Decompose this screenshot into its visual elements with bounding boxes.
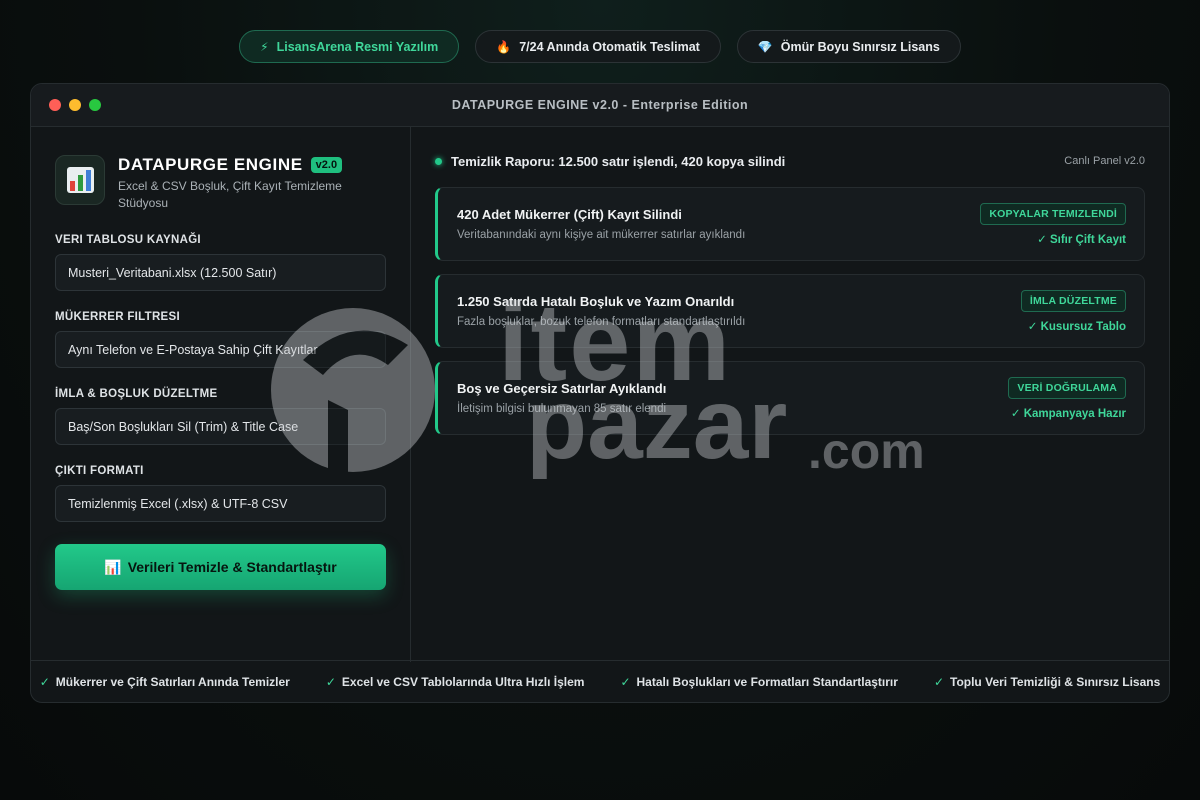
clean-data-button[interactable]: 📊 Verileri Temizle & Standartlaştır bbox=[55, 544, 386, 590]
minimize-window-button[interactable] bbox=[69, 99, 81, 111]
field-label-duplicate-filter: MÜKERRER FILTRESI bbox=[55, 311, 180, 323]
chart-icon: 📊 bbox=[104, 558, 122, 575]
settings-panel: DATAPURGE ENGINE v2.0 Excel & CSV Boşluk… bbox=[31, 127, 411, 662]
card-status-text: ✓ Kusursuz Tablo bbox=[1027, 320, 1126, 333]
card-status-text: ✓ Kampanyaya Hazır bbox=[1010, 407, 1126, 420]
report-card: Boş ve Geçersiz Satırlar Ayıklandı İleti… bbox=[435, 361, 1145, 435]
card-title: 1.250 Satırda Hatalı Boşluk ve Yazım Ona… bbox=[457, 294, 735, 309]
window-titlebar: DATAPURGE ENGINE v2.0 - Enterprise Editi… bbox=[31, 84, 1169, 127]
card-title: Boş ve Geçersiz Satırlar Ayıklandı bbox=[457, 381, 667, 396]
top-pill-bar: ⚡ LisansArena Resmi Yazılım 🔥 7/24 Anınd… bbox=[0, 30, 1200, 63]
report-title: Temizlik Raporu: 12.500 satır işlendi, 4… bbox=[451, 153, 786, 169]
footer-feature: ✓ Toplu Veri Temizliği & Sınırsız Lisans bbox=[933, 674, 1161, 689]
pill-label: 7/24 Anında Otomatik Teslimat bbox=[519, 39, 700, 54]
status-badge: KOPYALAR TEMIZLENDİ bbox=[980, 202, 1126, 225]
card-title: 420 Adet Mükerrer (Çift) Kayıt Silindi bbox=[457, 207, 682, 222]
spelling-fix-select[interactable]: Baş/Son Boşlukları Sil (Trim) & Title Ca… bbox=[55, 408, 386, 445]
lightning-icon: ⚡ bbox=[260, 39, 269, 54]
report-card: 1.250 Satırda Hatalı Boşluk ve Yazım Ona… bbox=[435, 274, 1145, 348]
brand-header: DATAPURGE ENGINE v2.0 Excel & CSV Boşluk… bbox=[55, 155, 386, 212]
status-badge: İMLA DÜZELTME bbox=[1020, 289, 1126, 312]
duplicate-filter-select[interactable]: Aynı Telefon ve E-Postaya Sahip Çift Kay… bbox=[55, 331, 386, 368]
window-controls bbox=[49, 99, 101, 111]
pill-lifetime-license[interactable]: 💎 Ömür Boyu Sınırsız Lisans bbox=[736, 30, 961, 63]
feature-footer: ✓ Mükerrer ve Çift Satırları Anında Temiz… bbox=[31, 660, 1169, 702]
pill-instant-delivery[interactable]: 🔥 7/24 Anında Otomatik Teslimat bbox=[475, 30, 721, 63]
window-body: DATAPURGE ENGINE v2.0 Excel & CSV Boşluk… bbox=[31, 127, 1169, 662]
card-status-text: ✓ Sıfır Çift Kayıt bbox=[1037, 233, 1126, 246]
live-status-icon bbox=[435, 157, 442, 165]
source-file-select[interactable]: Musteri_Veritabani.xlsx (12.500 Satır) bbox=[55, 254, 386, 291]
report-card: 420 Adet Mükerrer (Çift) Kayıt Silindi V… bbox=[435, 187, 1145, 261]
version-badge: v2.0 bbox=[310, 157, 343, 173]
check-icon: ✓ bbox=[325, 674, 336, 689]
footer-feature: ✓ Excel ve CSV Tablolarında Ultra Hızlı İ… bbox=[325, 674, 585, 689]
report-card-list: 420 Adet Mükerrer (Çift) Kayıt Silindi V… bbox=[435, 187, 1145, 435]
maximize-window-button[interactable] bbox=[89, 99, 101, 111]
pill-label: Ömür Boyu Sınırsız Lisans bbox=[780, 39, 940, 54]
gem-icon: 💎 bbox=[757, 39, 773, 54]
card-description: İletişim bilgisi bulunmayan 85 satır ele… bbox=[457, 403, 667, 415]
window-title: DATAPURGE ENGINE v2.0 - Enterprise Editi… bbox=[451, 98, 749, 112]
check-icon: ✓ bbox=[39, 674, 50, 689]
app-subtitle: Excel & CSV Boşluk, Çift Kayıt Temizleme… bbox=[118, 179, 342, 210]
field-label-output: ÇIKTI FORMATI bbox=[55, 465, 144, 477]
field-label-source: VERI TABLOSU KAYNAĞI bbox=[55, 234, 201, 246]
bar-chart-icon bbox=[55, 155, 105, 205]
status-badge: VERİ DOĞRULAMA bbox=[1008, 376, 1126, 399]
field-label-spelling: İMLA & BOŞLUK DÜZELTME bbox=[55, 388, 218, 400]
app-window: DATAPURGE ENGINE v2.0 - Enterprise Editi… bbox=[30, 83, 1170, 703]
app-name: DATAPURGE ENGINE bbox=[118, 155, 303, 174]
footer-feature: ✓ Mükerrer ve Çift Satırları Anında Temiz… bbox=[39, 674, 290, 689]
output-format-select[interactable]: Temizlenmiş Excel (.xlsx) & UTF-8 CSV bbox=[55, 485, 386, 522]
clean-data-button-label: Verileri Temizle & Standartlaştır bbox=[127, 559, 337, 575]
card-description: Veritabanındaki aynı kişiye ait mükerrer… bbox=[457, 229, 746, 241]
panel-version-label: Canlı Panel v2.0 bbox=[1064, 155, 1145, 167]
check-icon: ✓ bbox=[933, 674, 944, 689]
pill-label: LisansArena Resmi Yazılım bbox=[276, 39, 439, 54]
fire-icon: 🔥 bbox=[496, 39, 512, 54]
report-header: Temizlik Raporu: 12.500 satır işlendi, 4… bbox=[435, 153, 1145, 169]
card-description: Fazla boşluklar, bozuk telefon formatlar… bbox=[457, 316, 746, 328]
pill-official-software[interactable]: ⚡ LisansArena Resmi Yazılım bbox=[239, 30, 460, 63]
footer-feature: ✓ Hatalı Boşlukları ve Formatları Standar… bbox=[620, 674, 898, 689]
report-panel: Temizlik Raporu: 12.500 satır işlendi, 4… bbox=[411, 127, 1169, 662]
close-window-button[interactable] bbox=[49, 99, 61, 111]
check-icon: ✓ bbox=[620, 674, 631, 689]
